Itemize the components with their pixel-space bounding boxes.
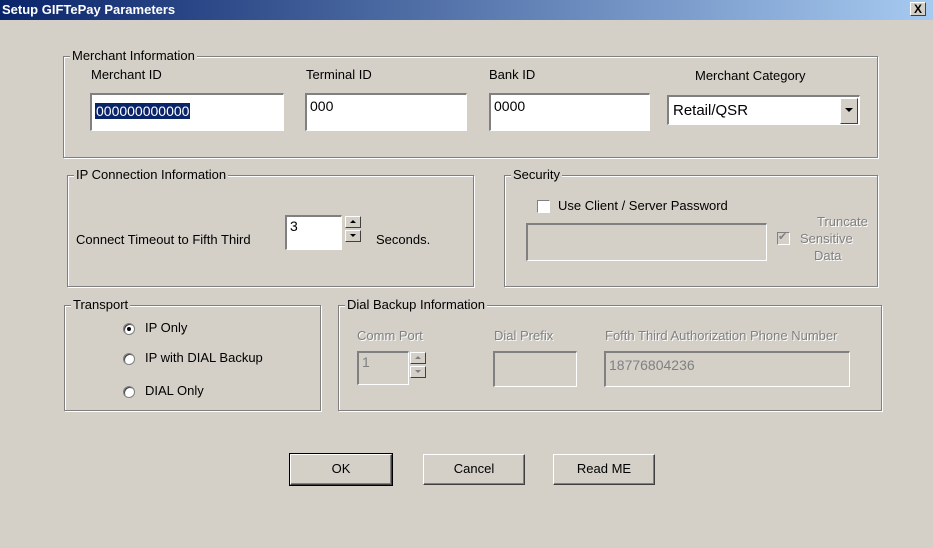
phone-number-label: Fofth Third Authorization Phone Number (605, 328, 838, 343)
ip-connection-group: IP Connection Information (67, 167, 474, 287)
window-title: Setup GIFTePay Parameters (2, 2, 176, 17)
merchant-category-label: Merchant Category (695, 68, 806, 83)
truncate-label-3: Data (814, 248, 842, 263)
radio-dial-only[interactable] (123, 386, 135, 398)
readme-button[interactable]: Read ME (553, 454, 655, 485)
chevron-down-icon[interactable] (840, 98, 858, 124)
transport-legend: Transport (71, 297, 131, 312)
dial-prefix-input (493, 351, 577, 387)
merchant-category-value: Retail/QSR (673, 102, 749, 119)
spin-down-icon (410, 366, 426, 378)
ip-connection-legend: IP Connection Information (74, 167, 229, 182)
bank-id-label: Bank ID (489, 67, 536, 82)
radio-ip-dial-backup-label: IP with DIAL Backup (145, 350, 263, 365)
connect-timeout-label: Connect Timeout to Fifth Third (76, 232, 251, 247)
phone-number-value: 18776804236 (609, 357, 695, 373)
connect-timeout-value: 3 (290, 218, 298, 234)
comm-port-value: 1 (362, 354, 370, 370)
title-bar: Setup GIFTePay Parameters X (0, 0, 933, 20)
use-password-checkbox[interactable] (537, 200, 550, 213)
bank-id-input[interactable]: 0000 (489, 93, 650, 131)
checkmark-icon: ✔ (778, 231, 788, 243)
close-icon: X (913, 2, 922, 16)
radio-ip-only-label: IP Only (145, 320, 188, 335)
dial-prefix-label: Dial Prefix (494, 328, 554, 343)
phone-number-input: 18776804236 (604, 351, 850, 387)
radio-ip-dial-backup[interactable] (123, 353, 135, 365)
merchant-category-select[interactable]: Retail/QSR (667, 95, 860, 125)
terminal-id-label: Terminal ID (306, 67, 372, 82)
radio-ip-only[interactable] (123, 323, 135, 335)
terminal-id-value: 000 (310, 98, 334, 114)
spin-up-icon[interactable] (345, 216, 361, 228)
terminal-id-input[interactable]: 000 (305, 93, 467, 131)
merchant-information-legend: Merchant Information (70, 48, 197, 63)
bank-id-value: 0000 (494, 98, 526, 114)
spin-up-icon (410, 352, 426, 364)
connect-timeout-input[interactable]: 3 (285, 215, 342, 250)
close-button[interactable]: X (910, 2, 926, 16)
security-legend: Security (511, 167, 562, 182)
connect-timeout-spinner[interactable] (345, 216, 361, 242)
truncate-label-1: Truncate (817, 214, 868, 229)
spin-down-icon[interactable] (345, 230, 361, 242)
seconds-label: Seconds. (376, 232, 431, 247)
password-input (526, 223, 767, 261)
ok-button[interactable]: OK (289, 453, 393, 486)
use-password-label: Use Client / Server Password (558, 198, 728, 213)
truncate-label-2: Sensitive (800, 231, 853, 246)
comm-port-spinner (410, 352, 426, 378)
dial-backup-legend: Dial Backup Information (345, 297, 488, 312)
merchant-id-value: 000000000000 (95, 103, 191, 119)
comm-port-label: Comm Port (357, 328, 423, 343)
merchant-id-label: Merchant ID (91, 67, 162, 82)
merchant-id-input[interactable]: 000000000000 (90, 93, 284, 131)
comm-port-input: 1 (357, 351, 409, 385)
truncate-checkbox: ✔ (777, 231, 790, 245)
radio-dial-only-label: DIAL Only (145, 383, 204, 398)
cancel-button[interactable]: Cancel (423, 454, 525, 485)
